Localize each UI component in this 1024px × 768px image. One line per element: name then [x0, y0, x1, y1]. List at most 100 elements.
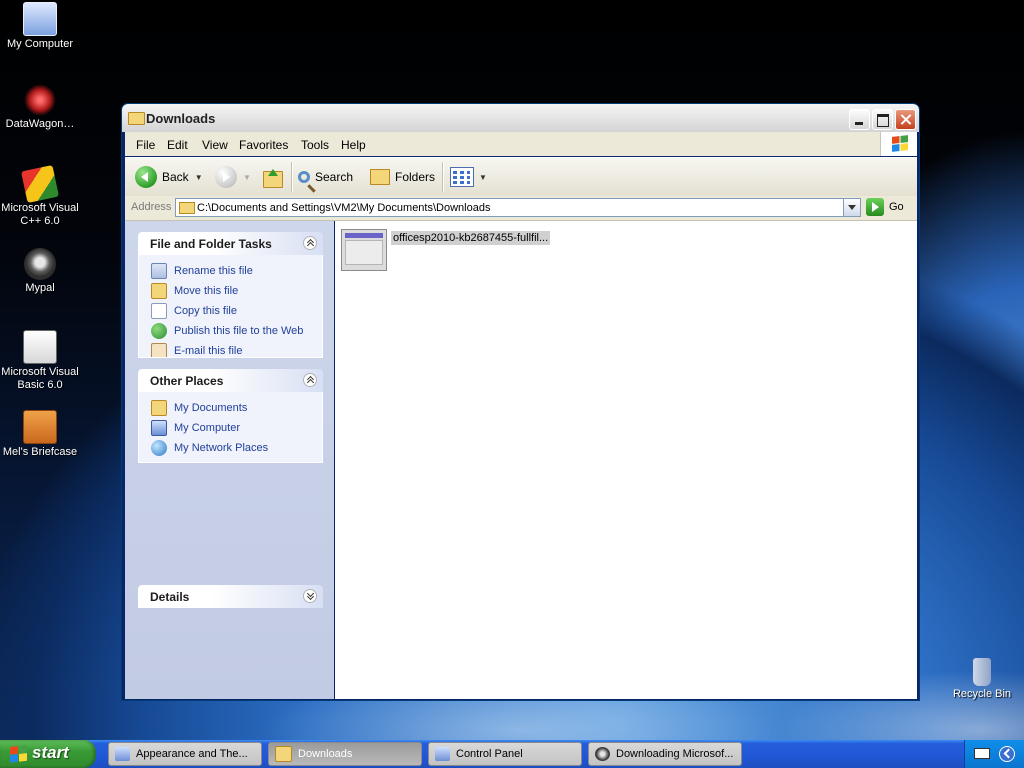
my-computer-icon: [151, 420, 167, 436]
expand-chevron-icon[interactable]: [303, 589, 317, 603]
back-button[interactable]: Back ▼: [135, 164, 203, 190]
panel-title: Other Places: [150, 374, 224, 388]
copy-icon: [151, 303, 167, 319]
briefcase-icon: [23, 410, 57, 444]
rename-icon: [151, 263, 167, 279]
file-tasks-header[interactable]: File and Folder Tasks: [138, 232, 323, 255]
place-label: My Network Places: [174, 442, 269, 454]
desktop-icon-briefcase[interactable]: Mel's Briefcase: [0, 410, 80, 459]
taskbar-button-downloading[interactable]: Downloading Microsof...: [588, 742, 742, 766]
folder-icon: [275, 746, 292, 762]
file-tasks-panel: File and Folder Tasks Rename this file M…: [138, 232, 323, 358]
system-tray: [964, 740, 1024, 768]
windows-logo: [880, 132, 917, 156]
place-my-network[interactable]: My Network Places: [139, 438, 322, 458]
maximize-button[interactable]: [872, 109, 893, 130]
panel-title: Details: [150, 590, 190, 604]
title-bar[interactable]: Downloads: [122, 104, 919, 132]
mypal-icon: [595, 747, 610, 761]
menu-favorites[interactable]: Favorites: [239, 138, 288, 152]
chevron-down-icon: ▼: [243, 172, 251, 182]
collapse-chevron-icon[interactable]: [303, 236, 317, 250]
task-rename-file[interactable]: Rename this file: [139, 261, 322, 281]
other-places-header[interactable]: Other Places: [138, 369, 323, 392]
other-places-panel: Other Places My Documents My Computer My…: [138, 369, 323, 463]
window-title: Downloads: [146, 111, 216, 126]
task-copy-file[interactable]: Copy this file: [139, 301, 322, 321]
place-my-computer[interactable]: My Computer: [139, 418, 322, 438]
task-move-file[interactable]: Move this file: [139, 281, 322, 301]
menu-edit[interactable]: Edit: [167, 138, 188, 152]
up-folder-button[interactable]: [263, 164, 288, 190]
folders-button[interactable]: Folders: [370, 164, 435, 190]
start-button[interactable]: start: [0, 740, 96, 768]
task-label: Appearance and The...: [136, 748, 248, 760]
desktop-icon-recycle-bin[interactable]: Recycle Bin: [940, 658, 1024, 701]
windows-flag-icon: [892, 135, 908, 152]
menu-bar: File Edit View Favorites Tools Help: [125, 132, 917, 156]
file-tasks-body: Rename this file Move this file Copy thi…: [138, 255, 323, 358]
mypal-icon: [24, 248, 56, 280]
menu-view[interactable]: View: [202, 138, 228, 152]
address-dropdown-button[interactable]: [843, 199, 860, 216]
chevron-down-icon: ▼: [479, 172, 487, 182]
my-documents-icon: [151, 400, 167, 416]
search-label: Search: [315, 170, 354, 184]
task-label: Downloading Microsof...: [616, 748, 734, 760]
file-item[interactable]: officesp2010-kb2687455-fullfil...: [341, 229, 551, 271]
taskbar-button-appearance[interactable]: Appearance and The...: [108, 742, 262, 766]
place-my-documents[interactable]: My Documents: [139, 398, 322, 418]
desktop-icon-datawagon[interactable]: DataWagon…: [0, 84, 80, 131]
details-header[interactable]: Details: [138, 585, 323, 608]
toolbar-separator: [442, 162, 443, 192]
keyboard-icon[interactable]: [974, 748, 990, 759]
minimize-button[interactable]: [849, 109, 870, 130]
menu-file[interactable]: File: [136, 138, 155, 152]
folders-label: Folders: [395, 170, 436, 184]
task-label: Control Panel: [456, 748, 523, 760]
control-panel-icon: [115, 747, 130, 761]
up-folder-icon: [263, 168, 283, 188]
chevron-down-icon[interactable]: ▼: [195, 173, 203, 182]
collapse-chevron-icon[interactable]: [303, 373, 317, 387]
search-button[interactable]: Search: [298, 164, 353, 190]
task-label: Rename this file: [174, 265, 253, 277]
place-label: My Computer: [174, 422, 241, 434]
my-computer-icon: [23, 2, 57, 36]
toolbar: Back ▼ ▼ Search Folders ▼: [125, 157, 917, 197]
file-list-view[interactable]: officesp2010-kb2687455-fullfil...: [335, 221, 917, 699]
show-hidden-icons-button[interactable]: [999, 746, 1015, 762]
taskbar-button-downloads[interactable]: Downloads: [268, 742, 422, 766]
desktop-icon-label: Mel's Briefcase: [2, 446, 78, 458]
go-button[interactable]: Go: [866, 198, 904, 216]
desktop-icon-mypal[interactable]: Mypal: [0, 248, 80, 295]
menu-tools[interactable]: Tools: [301, 138, 329, 152]
task-label: Publish this file to the Web: [174, 325, 304, 337]
desktop-icon-label: Microsoft Visual Basic 6.0: [1, 366, 79, 391]
application-file-icon: [341, 229, 387, 271]
desktop-icon-label: Microsoft Visual C++ 6.0: [1, 202, 79, 227]
details-panel: Details: [138, 585, 323, 608]
task-label: Copy this file: [174, 305, 237, 317]
move-icon: [151, 283, 167, 299]
file-name: officesp2010-kb2687455-fullfil...: [391, 231, 551, 245]
forward-arrow-icon: [215, 166, 237, 188]
desktop-icon-visual-cpp[interactable]: Microsoft Visual C++ 6.0: [0, 165, 80, 228]
views-icon: [450, 167, 474, 187]
desktop-icon-label: My Computer: [6, 38, 74, 50]
taskbar-button-control-panel[interactable]: Control Panel: [428, 742, 582, 766]
visual-basic-icon: [23, 330, 57, 364]
menu-help[interactable]: Help: [341, 138, 366, 152]
address-value[interactable]: C:\Documents and Settings\VM2\My Documen…: [197, 202, 490, 214]
address-field[interactable]: C:\Documents and Settings\VM2\My Documen…: [175, 198, 861, 217]
search-icon: [298, 171, 310, 183]
task-publish-file[interactable]: Publish this file to the Web: [139, 321, 322, 341]
recycle-bin-icon: [973, 658, 991, 686]
desktop-icon-visual-basic[interactable]: Microsoft Visual Basic 6.0: [0, 330, 80, 392]
views-button[interactable]: ▼: [450, 164, 487, 190]
desktop-icon-label: Recycle Bin: [952, 688, 1012, 700]
desktop-icon-my-computer[interactable]: My Computer: [0, 2, 80, 51]
task-email-file[interactable]: E-mail this file: [139, 341, 322, 357]
forward-button[interactable]: ▼: [215, 164, 251, 190]
close-button[interactable]: [895, 109, 916, 130]
